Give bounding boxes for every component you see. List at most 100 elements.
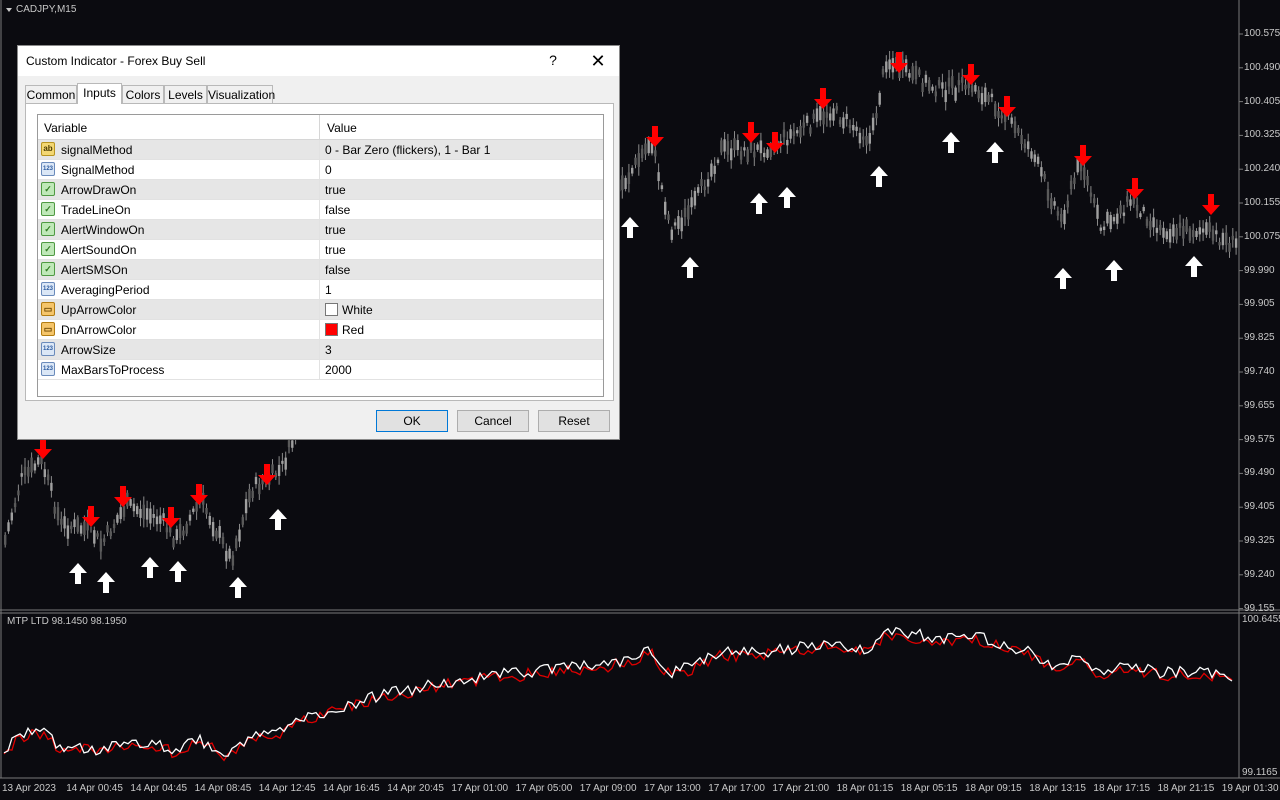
candle-body xyxy=(1228,242,1231,252)
price-axis-label: 99.825 xyxy=(1244,332,1275,344)
table-row[interactable]: 123 MaxBarsToProcess 2000 xyxy=(38,360,603,380)
close-icon[interactable]: ✕ xyxy=(586,49,610,73)
dialog-titlebar: Custom Indicator - Forex Buy Sell ? ✕ xyxy=(18,46,619,76)
candle-body xyxy=(703,186,706,190)
table-row[interactable]: ✓ TradeLineOn false xyxy=(38,200,603,220)
candle-body xyxy=(178,524,182,538)
table-row[interactable]: ▭ DnArrowColor Red xyxy=(38,320,603,340)
column-header-value[interactable]: Value xyxy=(327,121,357,135)
time-axis-label: 17 Apr 05:00 xyxy=(515,783,573,794)
time-axis-label: 17 Apr 09:00 xyxy=(579,783,637,794)
column-header-variable[interactable]: Variable xyxy=(44,121,87,135)
variable-value[interactable]: White xyxy=(325,303,373,317)
candle-body xyxy=(726,141,730,155)
candle-body xyxy=(159,515,162,524)
variable-value[interactable]: Red xyxy=(325,323,364,337)
table-row[interactable]: 123 AveragingPeriod 1 xyxy=(38,280,603,300)
tab-colors[interactable]: Colors xyxy=(122,85,164,103)
candle-body xyxy=(254,476,258,485)
variable-value[interactable]: true xyxy=(325,243,346,257)
candle-body xyxy=(621,175,624,191)
candle-body xyxy=(10,512,13,521)
tab-levels[interactable]: Levels xyxy=(164,85,207,103)
variable-value[interactable]: true xyxy=(325,183,346,197)
candle-body xyxy=(1073,177,1076,184)
candle-body xyxy=(970,85,974,93)
variable-value[interactable]: 3 xyxy=(325,343,332,357)
candle-body xyxy=(644,143,647,155)
candle-body xyxy=(1063,209,1066,225)
table-row[interactable]: 123 ArrowSize 3 xyxy=(38,340,603,360)
candle-body xyxy=(1178,222,1182,228)
candle-body xyxy=(865,135,868,146)
price-axis-label: 99.905 xyxy=(1244,298,1275,310)
candle-body xyxy=(868,132,871,144)
table-row[interactable]: ▭ UpArrowColor White xyxy=(38,300,603,320)
candle-body xyxy=(1023,143,1027,149)
candle-body xyxy=(802,122,805,128)
candle-body xyxy=(825,112,829,118)
candle-body xyxy=(977,90,980,99)
boolean-type-icon: ✓ xyxy=(41,182,55,196)
time-axis-label: 18 Apr 13:15 xyxy=(1029,783,1086,794)
time-axis-label: 14 Apr 20:45 xyxy=(387,783,444,794)
tab-common[interactable]: Common xyxy=(25,85,77,103)
candle-body xyxy=(1030,151,1033,159)
candle-body xyxy=(832,108,835,121)
variable-name: AveragingPeriod xyxy=(61,283,150,297)
candle-body xyxy=(1089,192,1093,197)
candle-body xyxy=(994,103,997,117)
price-axis-label: 100.240 xyxy=(1244,163,1280,175)
time-axis-label: 18 Apr 09:15 xyxy=(965,783,1022,794)
time-axis-label: 18 Apr 01:15 xyxy=(836,783,894,794)
variable-value[interactable]: false xyxy=(325,263,350,277)
candle-body xyxy=(271,464,274,474)
candle-body xyxy=(855,126,858,131)
time-axis-label: 18 Apr 17:15 xyxy=(1093,783,1151,794)
variable-value[interactable]: 1 xyxy=(325,283,332,297)
candle-body xyxy=(188,514,192,521)
variable-value[interactable]: true xyxy=(325,223,346,237)
tab-visualization[interactable]: Visualization xyxy=(207,85,275,103)
ok-button[interactable]: OK xyxy=(376,410,448,432)
candle-body xyxy=(964,84,967,90)
candle-body xyxy=(650,143,654,154)
candle-body xyxy=(1185,219,1188,232)
candle-body xyxy=(710,163,713,177)
help-icon[interactable]: ? xyxy=(544,52,562,70)
candle-body xyxy=(720,140,723,153)
reset-button[interactable]: Reset xyxy=(538,410,610,432)
candle-body xyxy=(974,85,977,92)
candle-body xyxy=(1027,141,1030,150)
price-axis-label: 99.325 xyxy=(1244,535,1275,546)
candle-body xyxy=(990,93,994,98)
price-axis-label: 99.405 xyxy=(1244,501,1275,513)
variable-value[interactable]: false xyxy=(325,203,350,217)
candle-body xyxy=(934,91,937,97)
cancel-button[interactable]: Cancel xyxy=(457,410,529,432)
candle-body xyxy=(1033,154,1036,163)
table-row[interactable]: ✓ ArrowDrawOn true xyxy=(38,180,603,200)
table-row[interactable]: 123 SignalMethod 0 xyxy=(38,160,603,180)
candle-body xyxy=(957,80,961,86)
candle-body xyxy=(1112,217,1116,222)
table-row[interactable]: ✓ AlertSoundOn true xyxy=(38,240,603,260)
candle-body xyxy=(931,86,934,91)
candle-body xyxy=(244,499,248,514)
candle-body xyxy=(1122,212,1126,216)
variable-value[interactable]: 0 - Bar Zero (flickers), 1 - Bar 1 xyxy=(325,143,490,157)
tab-inputs[interactable]: Inputs xyxy=(77,83,122,104)
table-row[interactable]: ✓ AlertWindowOn true xyxy=(38,220,603,240)
table-row[interactable]: ✓ AlertSMSOn false xyxy=(38,260,603,280)
color-swatch xyxy=(325,303,338,316)
candle-body xyxy=(690,197,693,208)
variable-value[interactable]: 2000 xyxy=(325,363,352,377)
candle-body xyxy=(103,538,106,542)
candle-body xyxy=(1020,134,1023,145)
candle-body xyxy=(875,113,878,119)
candle-body xyxy=(291,440,294,448)
variable-value[interactable]: 0 xyxy=(325,163,332,177)
candle-body xyxy=(796,130,799,134)
candle-body xyxy=(838,119,842,125)
table-row[interactable]: ab signalMethod 0 - Bar Zero (flickers), 1… xyxy=(38,140,603,160)
